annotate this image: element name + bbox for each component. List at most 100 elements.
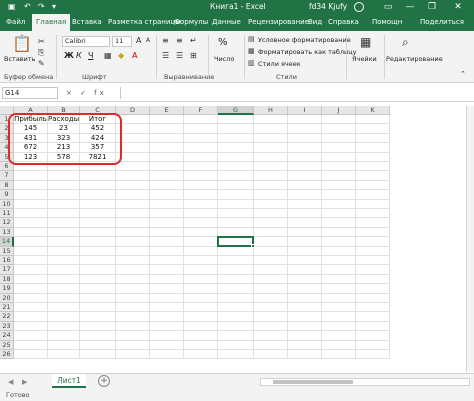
- cell-j1[interactable]: [322, 115, 356, 125]
- cell-c14[interactable]: [80, 237, 116, 247]
- cell-f7[interactable]: [184, 171, 218, 181]
- editing-button[interactable]: Редактирование: [386, 55, 443, 63]
- cell-f23[interactable]: [184, 321, 218, 332]
- cell-i6[interactable]: [288, 162, 322, 172]
- restore-button[interactable]: ❐: [424, 0, 440, 14]
- row-header-10[interactable]: 10: [0, 199, 14, 209]
- cell-g8[interactable]: [218, 180, 254, 191]
- cell-d23[interactable]: [116, 321, 150, 332]
- cell-j6[interactable]: [322, 162, 356, 172]
- cell-f12[interactable]: [184, 218, 218, 228]
- cell-f3[interactable]: [184, 133, 218, 144]
- cell-g18[interactable]: [218, 274, 254, 285]
- row-header-7[interactable]: 7: [0, 171, 14, 181]
- cell-f17[interactable]: [184, 265, 218, 275]
- cell-b16[interactable]: [48, 256, 80, 266]
- cell-k23[interactable]: [356, 321, 390, 332]
- customize-qat-icon[interactable]: ▾: [52, 1, 56, 13]
- fx-icon[interactable]: × ✓ fx: [66, 87, 107, 99]
- cell-k5[interactable]: [356, 152, 390, 162]
- column-header-k[interactable]: K: [356, 106, 390, 115]
- cell-c12[interactable]: [80, 218, 116, 228]
- cell-d20[interactable]: [116, 293, 150, 303]
- column-header-d[interactable]: D: [116, 106, 150, 115]
- cell-d15[interactable]: [116, 246, 150, 256]
- cell-e16[interactable]: [150, 256, 184, 266]
- cell-i4[interactable]: [288, 143, 322, 153]
- cell-f9[interactable]: [184, 190, 218, 200]
- cell-h24[interactable]: [254, 331, 288, 341]
- cell-g22[interactable]: [218, 312, 254, 322]
- cell-g17[interactable]: [218, 265, 254, 275]
- tab-assistant[interactable]: Помощн: [368, 14, 406, 31]
- cell-g11[interactable]: [218, 209, 254, 219]
- cell-k8[interactable]: [356, 180, 390, 191]
- bold-button[interactable]: Ж: [64, 51, 74, 60]
- merge-cells-icon[interactable]: ⊞: [190, 51, 197, 61]
- cell-f25[interactable]: [184, 340, 218, 350]
- cells-button[interactable]: Ячейки: [352, 55, 377, 63]
- cell-f18[interactable]: [184, 274, 218, 285]
- cell-g21[interactable]: [218, 303, 254, 313]
- format-painter-icon[interactable]: ✎: [38, 59, 45, 69]
- cell-c18[interactable]: [80, 274, 116, 285]
- name-box[interactable]: G14: [2, 87, 58, 99]
- cell-j12[interactable]: [322, 218, 356, 228]
- cell-k10[interactable]: [356, 199, 390, 209]
- row-header-24[interactable]: 24: [0, 331, 14, 341]
- cell-d24[interactable]: [116, 331, 150, 341]
- cell-a10[interactable]: [14, 199, 48, 209]
- cell-d16[interactable]: [116, 256, 150, 266]
- cell-f24[interactable]: [184, 331, 218, 341]
- cell-b7[interactable]: [48, 171, 80, 181]
- cell-c17[interactable]: [80, 265, 116, 275]
- horizontal-scrollbar[interactable]: [260, 378, 470, 386]
- conditional-format-button[interactable]: Условное форматирование: [258, 36, 351, 44]
- cell-j10[interactable]: [322, 199, 356, 209]
- row-header-16[interactable]: 16: [0, 256, 14, 266]
- cell-d10[interactable]: [116, 199, 150, 209]
- cell-i5[interactable]: [288, 152, 322, 162]
- cell-i13[interactable]: [288, 227, 322, 238]
- cell-j23[interactable]: [322, 321, 356, 332]
- cell-b25[interactable]: [48, 340, 80, 350]
- cell-g15[interactable]: [218, 246, 254, 256]
- cell-h9[interactable]: [254, 190, 288, 200]
- row-header-21[interactable]: 21: [0, 303, 14, 313]
- cell-e9[interactable]: [150, 190, 184, 200]
- row-header-23[interactable]: 23: [0, 321, 14, 332]
- cell-i21[interactable]: [288, 303, 322, 313]
- cell-g16[interactable]: [218, 256, 254, 266]
- cell-i8[interactable]: [288, 180, 322, 191]
- cell-e14[interactable]: [150, 237, 184, 247]
- cell-h19[interactable]: [254, 284, 288, 294]
- cell-g23[interactable]: [218, 321, 254, 332]
- prev-sheet-icon[interactable]: ◀: [8, 376, 13, 388]
- row-header-13[interactable]: 13: [0, 227, 14, 238]
- cell-i17[interactable]: [288, 265, 322, 275]
- cell-i14[interactable]: [288, 237, 322, 247]
- cell-c22[interactable]: [80, 312, 116, 322]
- cell-b12[interactable]: [48, 218, 80, 228]
- cell-d7[interactable]: [116, 171, 150, 181]
- cell-f8[interactable]: [184, 180, 218, 191]
- vertical-scrollbar[interactable]: [466, 106, 474, 372]
- tab-review[interactable]: Рецензирование: [244, 14, 313, 31]
- cell-h17[interactable]: [254, 265, 288, 275]
- ribbon-options-icon[interactable]: ▭: [380, 0, 396, 14]
- tab-view[interactable]: Вид: [304, 14, 326, 31]
- tab-help[interactable]: Справка: [324, 14, 363, 31]
- cell-g9[interactable]: [218, 190, 254, 200]
- cell-a20[interactable]: [14, 293, 48, 303]
- cell-k3[interactable]: [356, 133, 390, 144]
- cell-a24[interactable]: [14, 331, 48, 341]
- share-button[interactable]: Поделиться: [416, 14, 468, 31]
- cell-h3[interactable]: [254, 133, 288, 144]
- cell-i1[interactable]: [288, 115, 322, 125]
- active-cell-outline[interactable]: [217, 236, 255, 248]
- cell-a21[interactable]: [14, 303, 48, 313]
- paste-button[interactable]: Вставить: [4, 55, 35, 63]
- cell-d14[interactable]: [116, 237, 150, 247]
- cell-a25[interactable]: [14, 340, 48, 350]
- cell-e3[interactable]: [150, 133, 184, 144]
